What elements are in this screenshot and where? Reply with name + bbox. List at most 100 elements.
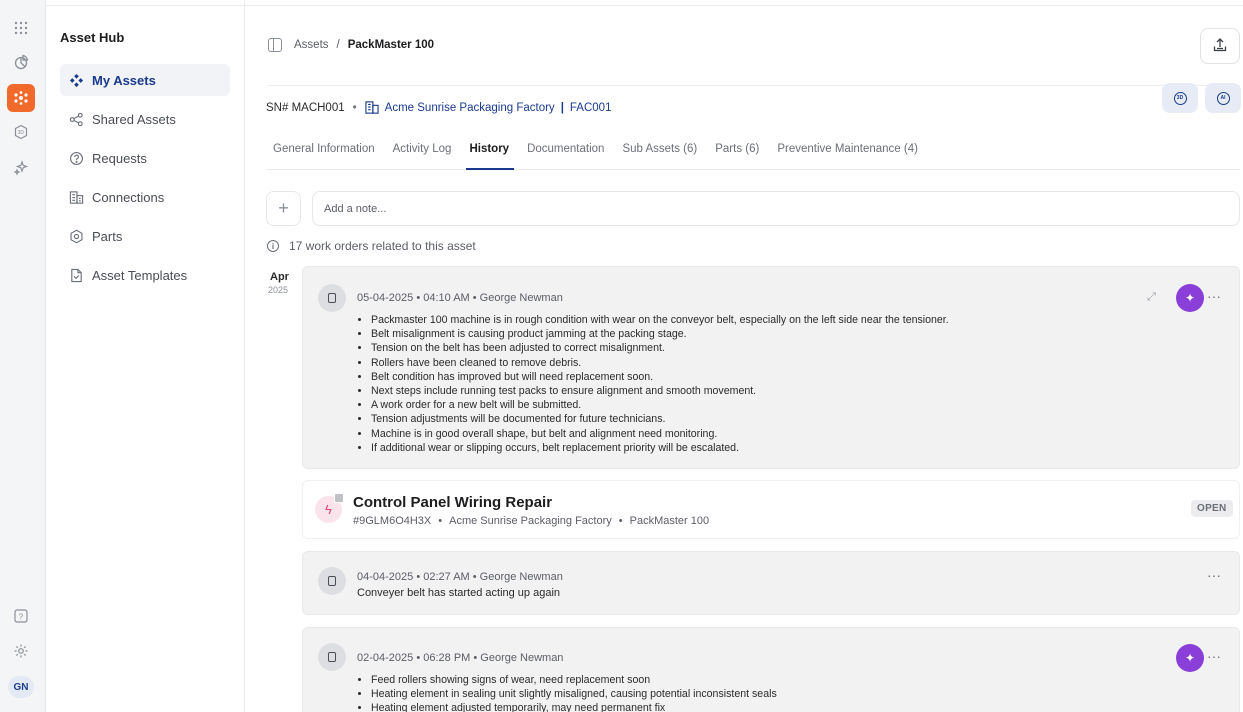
header-divider (268, 85, 1240, 86)
entry-bullets: Feed rollers showing signs of wear, need… (371, 673, 777, 712)
plus-icon: + (278, 198, 289, 218)
tab-parts[interactable]: Parts (6) (708, 135, 768, 170)
help-icon[interactable]: ? (7, 602, 35, 630)
tab-preventive-maintenance[interactable]: Preventive Maintenance (4) (770, 135, 927, 170)
info-icon: i (267, 240, 279, 252)
asset-serial-row: SN# MACH001 • Acme Sunrise Packaging Fac… (266, 101, 611, 114)
sidebar-item-label: Parts (92, 228, 123, 244)
ai-assistant-button[interactable]: AI (1205, 83, 1241, 113)
sidebar-item-label: Shared Assets (92, 111, 176, 127)
more-options-icon[interactable]: ··· (1207, 567, 1221, 583)
svg-text:3D: 3D (18, 130, 25, 136)
sidebar-item-label: My Assets (92, 72, 156, 88)
entry-bullets: Packmaster 100 machine is in rough condi… (371, 313, 949, 455)
status-badge: OPEN (1191, 500, 1233, 517)
sidebar-item-label: Connections (92, 189, 165, 205)
entry-bullet: Rollers have been cleaned to remove debr… (371, 356, 949, 370)
factory-code-link[interactable]: FAC001 (570, 102, 612, 114)
entry-bullet: Tension adjustments will be documented f… (371, 412, 949, 426)
breadcrumb: Assets / PackMaster 100 (268, 38, 434, 52)
sparkle-icon[interactable] (7, 154, 35, 182)
entry-bullet: Machine is in good overall shape, but be… (371, 427, 949, 441)
breadcrumb-separator: / (336, 39, 340, 51)
ai-badge-icon: AI (1216, 91, 1230, 105)
expand-icon[interactable]: ⤢ (1147, 291, 1156, 304)
timeline-year: 2025 (268, 285, 289, 295)
app-rail: 3D ? GN (0, 0, 46, 712)
user-avatar[interactable]: GN (8, 676, 34, 698)
add-note-button[interactable]: + (266, 191, 301, 226)
ai-summary-button[interactable]: ✦ (1176, 644, 1204, 672)
work-order-title[interactable]: Control Panel Wiring Repair (353, 494, 552, 511)
sidebar-item-connections[interactable]: Connections (60, 181, 230, 213)
view-3d-button[interactable]: 3D (1162, 83, 1198, 113)
work-orders-count: 17 work orders related to this asset (289, 239, 476, 253)
entry-meta: 04-04-2025 • 02:27 AM • George Newman (357, 571, 563, 583)
timeline-month: Apr (270, 271, 289, 283)
assets-icon (68, 72, 84, 88)
work-order-asset: PackMaster 100 (629, 515, 710, 527)
note-document-icon (318, 284, 346, 312)
sidebar-item-label: Asset Templates (92, 267, 188, 283)
app-title: Asset Hub (60, 30, 125, 45)
work-orders-summary: i 17 work orders related to this asset (267, 239, 476, 253)
sidebar: Asset Hub My Assets Shared Assets Reques… (46, 0, 245, 712)
asset-serial: SN# MACH001 (266, 101, 345, 114)
toggle-sidebar-icon[interactable] (268, 38, 282, 52)
tab-sub-assets[interactable]: Sub Assets (6) (615, 135, 706, 170)
sidebar-item-parts[interactable]: Parts (60, 220, 230, 252)
factory-link[interactable]: Acme Sunrise Packaging Factory (385, 102, 555, 114)
asset-hub-icon[interactable] (7, 84, 35, 112)
file-template-icon (68, 267, 84, 283)
history-entry: 04-04-2025 • 02:27 AM • George Newman Co… (302, 551, 1240, 615)
entry-bullet: Packmaster 100 machine is in rough condi… (371, 313, 949, 327)
svg-text:?: ? (19, 612, 24, 621)
more-options-icon[interactable]: ··· (1207, 648, 1221, 664)
sidebar-item-asset-templates[interactable]: Asset Templates (60, 259, 230, 291)
tab-general-information[interactable]: General Information (266, 135, 384, 170)
help-circle-icon (68, 150, 84, 166)
export-button[interactable] (1200, 28, 1240, 64)
upload-icon (1212, 37, 1228, 56)
entry-bullet: Next steps include running test packs to… (371, 384, 949, 398)
sparkle-icon: ✦ (1184, 291, 1196, 305)
work-order-id: #9GLM6O4H3X (353, 515, 432, 527)
sparkle-icon: ✦ (1184, 651, 1196, 665)
entry-bullet: Tension on the belt has been adjusted to… (371, 341, 949, 355)
entry-bullet: Belt misalignment is causing product jam… (371, 327, 949, 341)
entry-bullet: Belt condition has improved but will nee… (371, 370, 949, 384)
work-order-card[interactable]: ϟ Control Panel Wiring Repair #9GLM6O4H3… (302, 480, 1240, 539)
analytics-icon[interactable] (7, 48, 35, 76)
top-divider (46, 5, 1243, 6)
sidebar-item-requests[interactable]: Requests (60, 142, 230, 174)
building-icon (68, 189, 84, 205)
settings-gear-icon[interactable] (7, 637, 35, 665)
note-document-icon (318, 643, 346, 671)
breadcrumb-current: PackMaster 100 (347, 39, 435, 51)
asset-tabs: General Information Activity Log History… (266, 135, 1240, 170)
history-entry: 02-04-2025 • 06:28 PM • George Newman Fe… (302, 627, 1240, 712)
sidebar-item-shared-assets[interactable]: Shared Assets (60, 103, 230, 135)
tab-history[interactable]: History (462, 135, 518, 170)
entry-text: Conveyer belt has started acting up agai… (357, 587, 561, 599)
entry-bullet: If additional wear or slipping occurs, b… (371, 441, 949, 455)
tab-activity-log[interactable]: Activity Log (386, 135, 461, 170)
sidebar-item-label: Requests (92, 150, 147, 166)
ai-summary-button[interactable]: ✦ (1176, 284, 1204, 312)
work-order-factory: Acme Sunrise Packaging Factory (449, 515, 612, 527)
entry-bullet: Feed rollers showing signs of wear, need… (371, 673, 777, 687)
3d-view-icon[interactable]: 3D (7, 118, 35, 146)
note-input[interactable] (312, 191, 1240, 226)
tab-documentation[interactable]: Documentation (520, 135, 613, 170)
work-order-type-icon (334, 493, 344, 503)
apps-grid-icon[interactable] (7, 14, 35, 42)
sidebar-item-my-assets[interactable]: My Assets (60, 64, 230, 96)
entry-meta: 02-04-2025 • 06:28 PM • George Newman (357, 652, 564, 664)
entry-bullet: A work order for a new belt will be subm… (371, 398, 949, 412)
entry-bullet: Heating element in sealing unit slightly… (371, 687, 777, 701)
more-options-icon[interactable]: ··· (1207, 288, 1221, 304)
separator-dot: • (352, 101, 357, 114)
entry-meta: 05-04-2025 • 04:10 AM • George Newman (357, 292, 563, 304)
breadcrumb-root[interactable]: Assets (294, 39, 329, 51)
factory-building-icon (365, 101, 379, 114)
